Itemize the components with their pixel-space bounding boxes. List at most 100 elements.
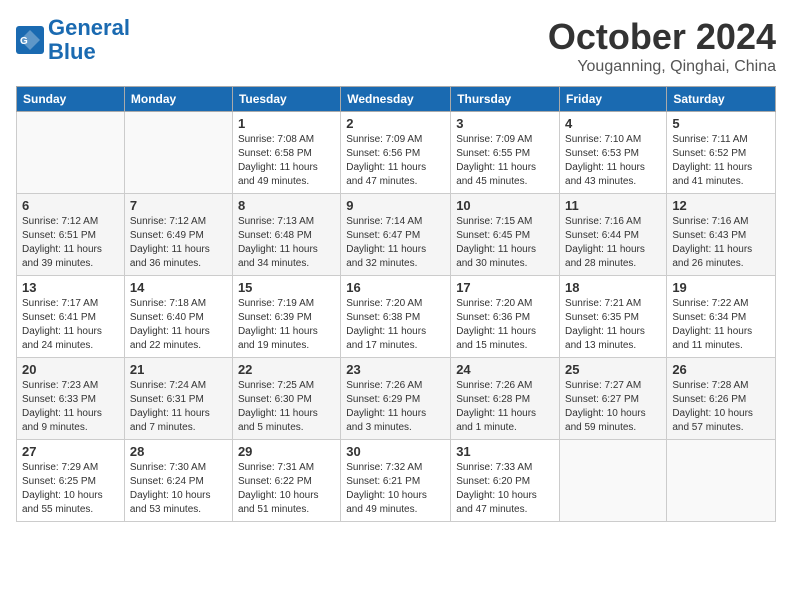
calendar-table: SundayMondayTuesdayWednesdayThursdayFrid… — [16, 86, 776, 522]
day-info: Sunrise: 7:15 AM Sunset: 6:45 PM Dayligh… — [456, 215, 554, 271]
calendar-cell — [667, 440, 776, 522]
day-info: Sunrise: 7:28 AM Sunset: 6:26 PM Dayligh… — [672, 379, 770, 435]
calendar-cell: 21 Sunrise: 7:24 AM Sunset: 6:31 PM Dayli… — [124, 358, 232, 440]
calendar-cell: 29 Sunrise: 7:31 AM Sunset: 6:22 PM Dayli… — [232, 440, 340, 522]
day-info: Sunrise: 7:14 AM Sunset: 6:47 PM Dayligh… — [346, 215, 445, 271]
calendar-week-5: 27 Sunrise: 7:29 AM Sunset: 6:25 PM Dayli… — [17, 440, 776, 522]
calendar-cell: 2Sunrise: 7:09 AM Sunset: 6:56 PM Daylig… — [341, 112, 451, 194]
day-info: Sunrise: 7:26 AM Sunset: 6:29 PM Dayligh… — [346, 379, 445, 435]
day-number: 2 — [346, 116, 445, 131]
day-info: Sunrise: 7:32 AM Sunset: 6:21 PM Dayligh… — [346, 461, 445, 517]
calendar-cell: 3 Sunrise: 7:09 AM Sunset: 6:55 PM Daylig… — [451, 112, 560, 194]
calendar-cell: 5 Sunrise: 7:11 AM Sunset: 6:52 PM Daylig… — [667, 112, 776, 194]
day-info: Sunrise: 7:31 AM Sunset: 6:22 PM Dayligh… — [238, 461, 335, 517]
day-number: 12 — [672, 198, 770, 213]
calendar-body: 1 Sunrise: 7:08 AM Sunset: 6:58 PM Daylig… — [17, 112, 776, 522]
day-number: 20 — [22, 362, 119, 377]
day-info: Sunrise: 7:11 AM Sunset: 6:52 PM Dayligh… — [672, 133, 770, 189]
calendar-cell: 10Sunrise: 7:15 AM Sunset: 6:45 PM Dayli… — [451, 194, 560, 276]
calendar-cell: 1 Sunrise: 7:08 AM Sunset: 6:58 PM Daylig… — [232, 112, 340, 194]
calendar-cell: 11 Sunrise: 7:16 AM Sunset: 6:44 PM Dayli… — [560, 194, 667, 276]
day-number: 26 — [672, 362, 770, 377]
calendar-cell: 9 Sunrise: 7:14 AM Sunset: 6:47 PM Daylig… — [341, 194, 451, 276]
day-number: 22 — [238, 362, 335, 377]
calendar-cell: 16Sunrise: 7:20 AM Sunset: 6:38 PM Dayli… — [341, 276, 451, 358]
day-info: Sunrise: 7:09 AM Sunset: 6:55 PM Dayligh… — [456, 133, 554, 189]
day-number: 3 — [456, 116, 554, 131]
calendar-cell: 26 Sunrise: 7:28 AM Sunset: 6:26 PM Dayli… — [667, 358, 776, 440]
day-number: 18 — [565, 280, 661, 295]
calendar-cell: 4 Sunrise: 7:10 AM Sunset: 6:53 PM Daylig… — [560, 112, 667, 194]
logo-text: General — [48, 16, 130, 40]
day-info: Sunrise: 7:29 AM Sunset: 6:25 PM Dayligh… — [22, 461, 119, 517]
calendar-cell: 18 Sunrise: 7:21 AM Sunset: 6:35 PM Dayli… — [560, 276, 667, 358]
calendar-week-1: 1 Sunrise: 7:08 AM Sunset: 6:58 PM Daylig… — [17, 112, 776, 194]
calendar-week-3: 13 Sunrise: 7:17 AM Sunset: 6:41 PM Dayli… — [17, 276, 776, 358]
calendar-cell: 24Sunrise: 7:26 AM Sunset: 6:28 PM Dayli… — [451, 358, 560, 440]
day-number: 5 — [672, 116, 770, 131]
day-info: Sunrise: 7:18 AM Sunset: 6:40 PM Dayligh… — [130, 297, 227, 353]
calendar-cell: 23 Sunrise: 7:26 AM Sunset: 6:29 PM Dayli… — [341, 358, 451, 440]
day-info: Sunrise: 7:24 AM Sunset: 6:31 PM Dayligh… — [130, 379, 227, 435]
day-info: Sunrise: 7:19 AM Sunset: 6:39 PM Dayligh… — [238, 297, 335, 353]
day-number: 9 — [346, 198, 445, 213]
calendar-cell: 14Sunrise: 7:18 AM Sunset: 6:40 PM Dayli… — [124, 276, 232, 358]
day-number: 30 — [346, 444, 445, 459]
day-number: 16 — [346, 280, 445, 295]
calendar-header-sunday: Sunday — [17, 87, 125, 112]
day-number: 17 — [456, 280, 554, 295]
day-info: Sunrise: 7:12 AM Sunset: 6:49 PM Dayligh… — [130, 215, 227, 271]
day-number: 29 — [238, 444, 335, 459]
day-number: 11 — [565, 198, 661, 213]
calendar-cell: 20 Sunrise: 7:23 AM Sunset: 6:33 PM Dayli… — [17, 358, 125, 440]
day-number: 23 — [346, 362, 445, 377]
day-info: Sunrise: 7:26 AM Sunset: 6:28 PM Dayligh… — [456, 379, 554, 435]
logo: G General Blue — [16, 16, 130, 64]
day-info: Sunrise: 7:25 AM Sunset: 6:30 PM Dayligh… — [238, 379, 335, 435]
calendar-cell: 28 Sunrise: 7:30 AM Sunset: 6:24 PM Dayli… — [124, 440, 232, 522]
calendar-cell — [17, 112, 125, 194]
calendar-cell: 31Sunrise: 7:33 AM Sunset: 6:20 PM Dayli… — [451, 440, 560, 522]
day-number: 15 — [238, 280, 335, 295]
day-info: Sunrise: 7:12 AM Sunset: 6:51 PM Dayligh… — [22, 215, 119, 271]
day-info: Sunrise: 7:16 AM Sunset: 6:44 PM Dayligh… — [565, 215, 661, 271]
calendar-cell — [124, 112, 232, 194]
location: Youganning, Qinghai, China — [548, 58, 776, 76]
calendar-cell — [560, 440, 667, 522]
calendar-cell: 13 Sunrise: 7:17 AM Sunset: 6:41 PM Dayli… — [17, 276, 125, 358]
day-info: Sunrise: 7:33 AM Sunset: 6:20 PM Dayligh… — [456, 461, 554, 517]
calendar-cell: 7 Sunrise: 7:12 AM Sunset: 6:49 PM Daylig… — [124, 194, 232, 276]
page-header: G General Blue October 2024 Youganning, … — [16, 16, 776, 76]
day-info: Sunrise: 7:17 AM Sunset: 6:41 PM Dayligh… — [22, 297, 119, 353]
day-number: 21 — [130, 362, 227, 377]
calendar-cell: 22 Sunrise: 7:25 AM Sunset: 6:30 PM Dayli… — [232, 358, 340, 440]
calendar-cell: 27 Sunrise: 7:29 AM Sunset: 6:25 PM Dayli… — [17, 440, 125, 522]
day-info: Sunrise: 7:22 AM Sunset: 6:34 PM Dayligh… — [672, 297, 770, 353]
day-info: Sunrise: 7:23 AM Sunset: 6:33 PM Dayligh… — [22, 379, 119, 435]
svg-text:G: G — [20, 36, 28, 47]
day-number: 13 — [22, 280, 119, 295]
day-number: 1 — [238, 116, 335, 131]
calendar-header-monday: Monday — [124, 87, 232, 112]
calendar-header-tuesday: Tuesday — [232, 87, 340, 112]
day-number: 27 — [22, 444, 119, 459]
day-info: Sunrise: 7:08 AM Sunset: 6:58 PM Dayligh… — [238, 133, 335, 189]
day-number: 4 — [565, 116, 661, 131]
title-area: October 2024 Youganning, Qinghai, China — [548, 16, 776, 76]
calendar-cell: 15 Sunrise: 7:19 AM Sunset: 6:39 PM Dayli… — [232, 276, 340, 358]
calendar-cell: 17Sunrise: 7:20 AM Sunset: 6:36 PM Dayli… — [451, 276, 560, 358]
day-number: 8 — [238, 198, 335, 213]
day-info: Sunrise: 7:16 AM Sunset: 6:43 PM Dayligh… — [672, 215, 770, 271]
calendar-header-wednesday: Wednesday — [341, 87, 451, 112]
day-info: Sunrise: 7:21 AM Sunset: 6:35 PM Dayligh… — [565, 297, 661, 353]
calendar-week-2: 6Sunrise: 7:12 AM Sunset: 6:51 PM Daylig… — [17, 194, 776, 276]
calendar-week-4: 20 Sunrise: 7:23 AM Sunset: 6:33 PM Dayli… — [17, 358, 776, 440]
day-number: 28 — [130, 444, 227, 459]
day-info: Sunrise: 7:30 AM Sunset: 6:24 PM Dayligh… — [130, 461, 227, 517]
day-number: 19 — [672, 280, 770, 295]
calendar-cell: 8Sunrise: 7:13 AM Sunset: 6:48 PM Daylig… — [232, 194, 340, 276]
day-info: Sunrise: 7:10 AM Sunset: 6:53 PM Dayligh… — [565, 133, 661, 189]
day-number: 7 — [130, 198, 227, 213]
calendar-cell: 6Sunrise: 7:12 AM Sunset: 6:51 PM Daylig… — [17, 194, 125, 276]
calendar-cell: 30 Sunrise: 7:32 AM Sunset: 6:21 PM Dayli… — [341, 440, 451, 522]
